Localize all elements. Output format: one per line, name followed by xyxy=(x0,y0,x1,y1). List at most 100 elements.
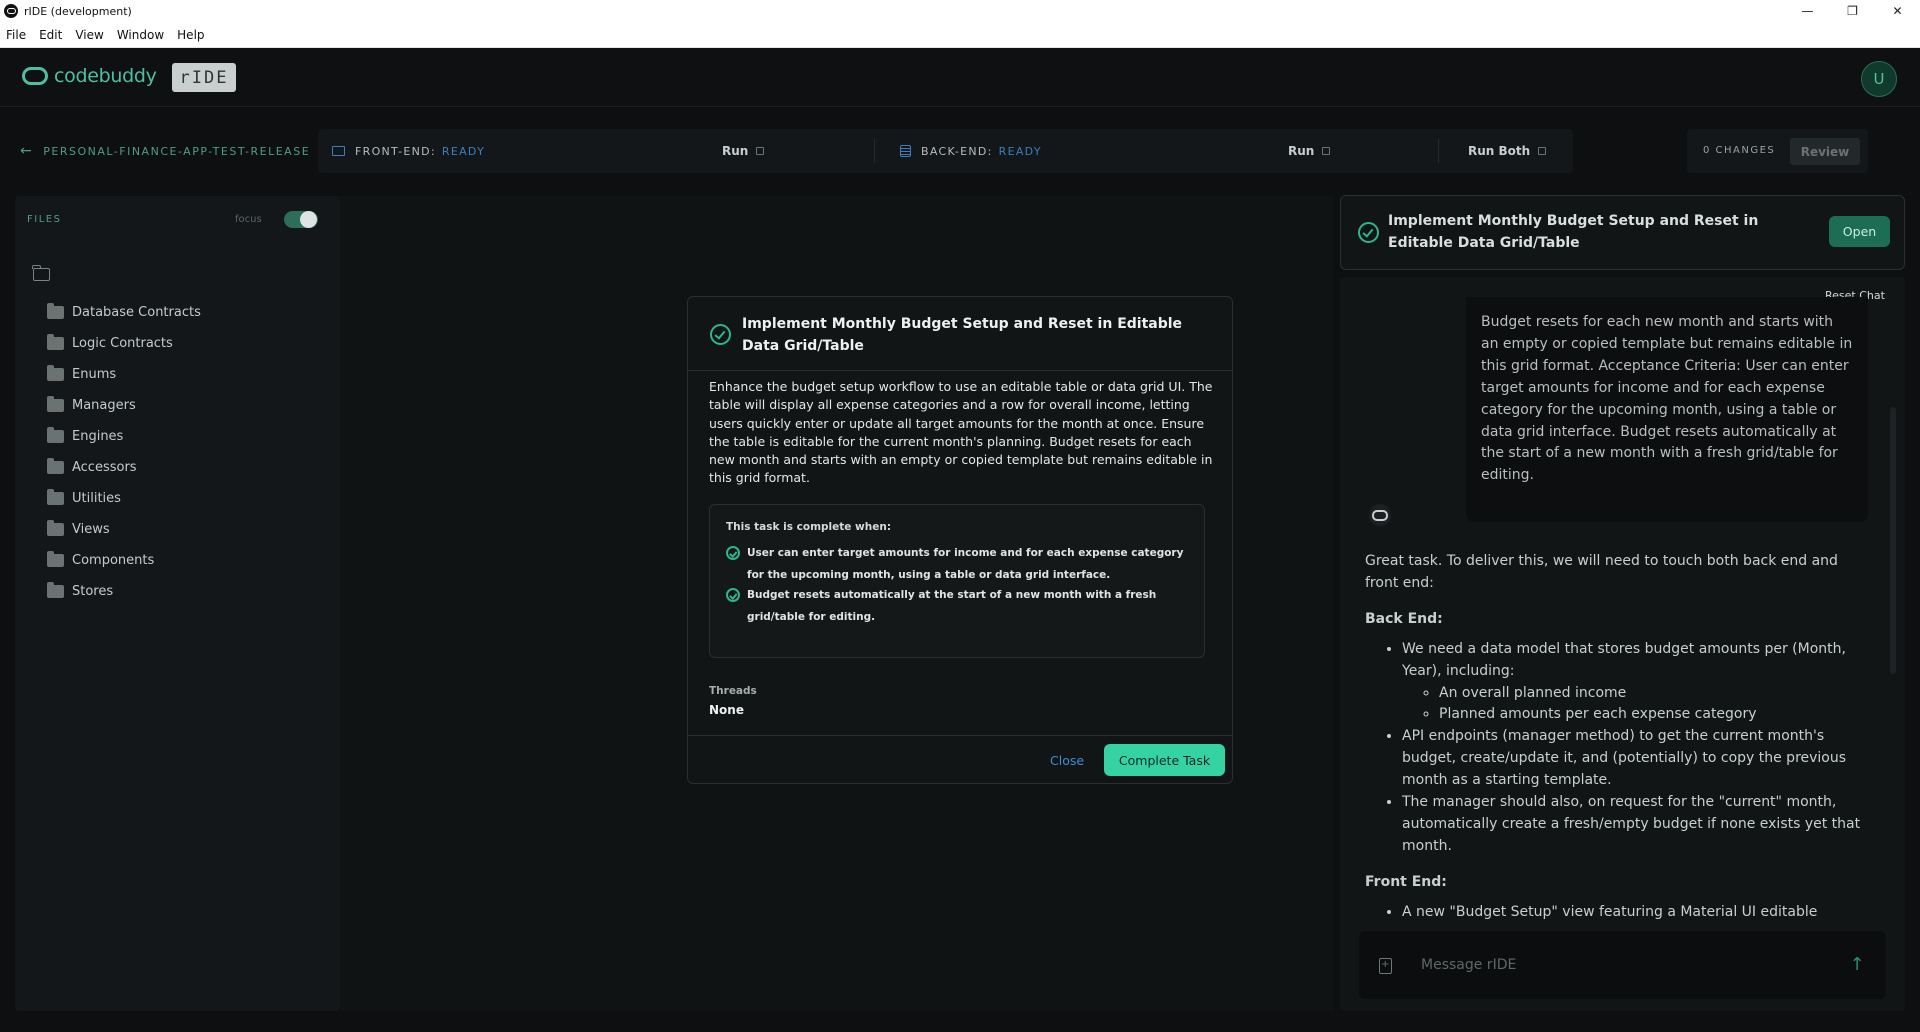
tree-item-label: Components xyxy=(72,553,155,568)
menu-edit[interactable]: Edit xyxy=(39,28,62,42)
back-end-list: We need a data model that stores budget … xyxy=(1365,639,1875,858)
menu-help[interactable]: Help xyxy=(177,28,204,42)
criteria-text: User can enter target amounts for income… xyxy=(747,547,1184,581)
folder-icon xyxy=(47,551,64,567)
send-arrow-icon[interactable]: ↑ xyxy=(1847,953,1867,975)
toggle-knob xyxy=(300,211,317,228)
message-composer: ↑ xyxy=(1359,931,1886,999)
task-card-title: Implement Monthly Budget Setup and Reset… xyxy=(1388,213,1759,251)
message-input[interactable] xyxy=(1421,953,1821,977)
logo-text: codebuddy xyxy=(54,65,157,87)
run-frontend-button[interactable]: Run xyxy=(710,138,776,164)
tree-item-label: Stores xyxy=(72,584,114,599)
run-both-button[interactable]: Run Both xyxy=(1456,138,1558,164)
tree-item-label: Engines xyxy=(72,429,124,444)
app-header: codebuddy rIDE U xyxy=(0,49,1920,107)
arrow-left-icon: ← xyxy=(20,143,34,159)
check-circle-icon xyxy=(1358,222,1379,243)
menu-file[interactable]: File xyxy=(6,28,26,42)
tree-item-database-contracts[interactable]: Database Contracts xyxy=(47,297,201,328)
menu-bar: File Edit View Window Help xyxy=(0,22,1920,48)
check-circle-icon xyxy=(710,324,731,345)
backend-label: BACK-END: xyxy=(921,144,993,158)
changes-bar: 0 CHANGES Review xyxy=(1687,129,1868,173)
stop-square-icon xyxy=(756,147,765,155)
criteria-item: User can enter target amounts for income… xyxy=(726,542,1196,586)
complete-task-button[interactable]: Complete Task xyxy=(1104,744,1225,776)
maximize-icon[interactable]: ❐ xyxy=(1830,0,1875,22)
tree-item-components[interactable]: Components xyxy=(47,545,201,576)
menu-view[interactable]: View xyxy=(75,28,103,42)
list-item: The manager should also, on request for … xyxy=(1402,792,1875,858)
front-end-heading: Front End: xyxy=(1365,873,1447,890)
review-button[interactable]: Review xyxy=(1790,138,1860,165)
files-panel: FILES focus Database Contracts Logic Con… xyxy=(15,196,340,1011)
user-avatar[interactable]: U xyxy=(1861,61,1897,97)
database-icon xyxy=(900,145,911,157)
acceptance-criteria: This task is complete when: User can ent… xyxy=(709,504,1205,658)
tree-item-label: Accessors xyxy=(72,460,137,475)
project-bar: ← PERSONAL-FINANCE-APP-TEST-RELEASE FRON… xyxy=(0,107,1920,192)
tree-item-logic-contracts[interactable]: Logic Contracts xyxy=(47,328,201,359)
folder-icon xyxy=(47,396,64,412)
sub-list: An overall planned income Planned amount… xyxy=(1402,683,1875,727)
codebuddy-logo[interactable]: codebuddy xyxy=(22,65,157,87)
stop-square-icon xyxy=(1538,147,1547,155)
window-titlebar: rIDE (development) — ❐ ✕ xyxy=(0,0,1920,22)
frontend-status: FRONT-END: READY xyxy=(332,129,485,173)
list-item: Planned amounts per each expense categor… xyxy=(1439,704,1875,726)
check-circle-icon xyxy=(726,588,740,602)
tree-item-label: Managers xyxy=(72,398,136,413)
criteria-title: This task is complete when: xyxy=(726,521,892,533)
tree-item-managers[interactable]: Managers xyxy=(47,390,201,421)
files-title: FILES xyxy=(27,214,62,225)
chat-panel: Reset Chat Budget resets for each new mo… xyxy=(1340,277,1905,1011)
tree-item-label: Logic Contracts xyxy=(72,336,173,351)
minimize-icon[interactable]: — xyxy=(1785,0,1830,22)
tree-item-engines[interactable]: Engines xyxy=(47,421,201,452)
file-tree: Database Contracts Logic Contracts Enums… xyxy=(47,297,201,607)
list-item: A new "Budget Setup" view featuring a Ma… xyxy=(1402,902,1875,924)
run-frontend-label: Run xyxy=(722,144,749,158)
list-item-text: We need a data model that stores budget … xyxy=(1402,640,1846,679)
close-window-icon[interactable]: ✕ xyxy=(1875,0,1920,22)
tree-item-accessors[interactable]: Accessors xyxy=(47,452,201,483)
close-button[interactable]: Close xyxy=(1050,753,1084,768)
check-circle-icon xyxy=(726,546,740,560)
window-controls: — ❐ ✕ xyxy=(1785,0,1920,22)
codebuddy-logo-icon xyxy=(22,67,48,85)
user-message: Budget resets for each new month and sta… xyxy=(1466,297,1868,522)
run-backend-button[interactable]: Run xyxy=(1276,138,1342,164)
back-to-projects-link[interactable]: ← PERSONAL-FINANCE-APP-TEST-RELEASE xyxy=(20,143,310,159)
threads-label: Threads xyxy=(709,685,757,697)
assistant-message: Great task. To deliver this, we will nee… xyxy=(1365,551,1875,924)
tree-item-enums[interactable]: Enums xyxy=(47,359,201,390)
list-item: API endpoints (manager method) to get th… xyxy=(1402,726,1875,792)
folder-icon xyxy=(47,303,64,319)
menu-window[interactable]: Window xyxy=(117,28,164,42)
tree-item-label: Views xyxy=(72,522,110,537)
tree-item-label: Enums xyxy=(72,367,117,382)
project-name: PERSONAL-FINANCE-APP-TEST-RELEASE xyxy=(43,144,311,158)
modal-title: Implement Monthly Budget Setup and Reset… xyxy=(742,316,1183,354)
tree-item-stores[interactable]: Stores xyxy=(47,576,201,607)
focus-toggle[interactable] xyxy=(284,211,318,228)
tree-item-views[interactable]: Views xyxy=(47,514,201,545)
tree-item-utilities[interactable]: Utilities xyxy=(47,483,201,514)
folder-icon xyxy=(47,582,64,598)
tree-item-label: Database Contracts xyxy=(72,305,201,320)
front-end-list: A new "Budget Setup" view featuring a Ma… xyxy=(1365,902,1875,924)
divider xyxy=(874,139,875,163)
list-item: An overall planned income xyxy=(1439,683,1875,705)
frontend-status-value: READY xyxy=(441,144,486,158)
open-task-button[interactable]: Open xyxy=(1829,216,1890,247)
folder-outline-icon[interactable] xyxy=(32,265,50,281)
focus-label: focus xyxy=(235,214,262,225)
folder-icon xyxy=(47,334,64,350)
folder-icon xyxy=(47,489,64,505)
codebuddy-bot-icon xyxy=(1369,504,1391,526)
run-both-label: Run Both xyxy=(1468,144,1531,158)
chat-scrollbar[interactable] xyxy=(1890,407,1896,674)
attach-file-icon[interactable] xyxy=(1379,958,1392,974)
backend-status: BACK-END: READY xyxy=(900,129,1042,173)
